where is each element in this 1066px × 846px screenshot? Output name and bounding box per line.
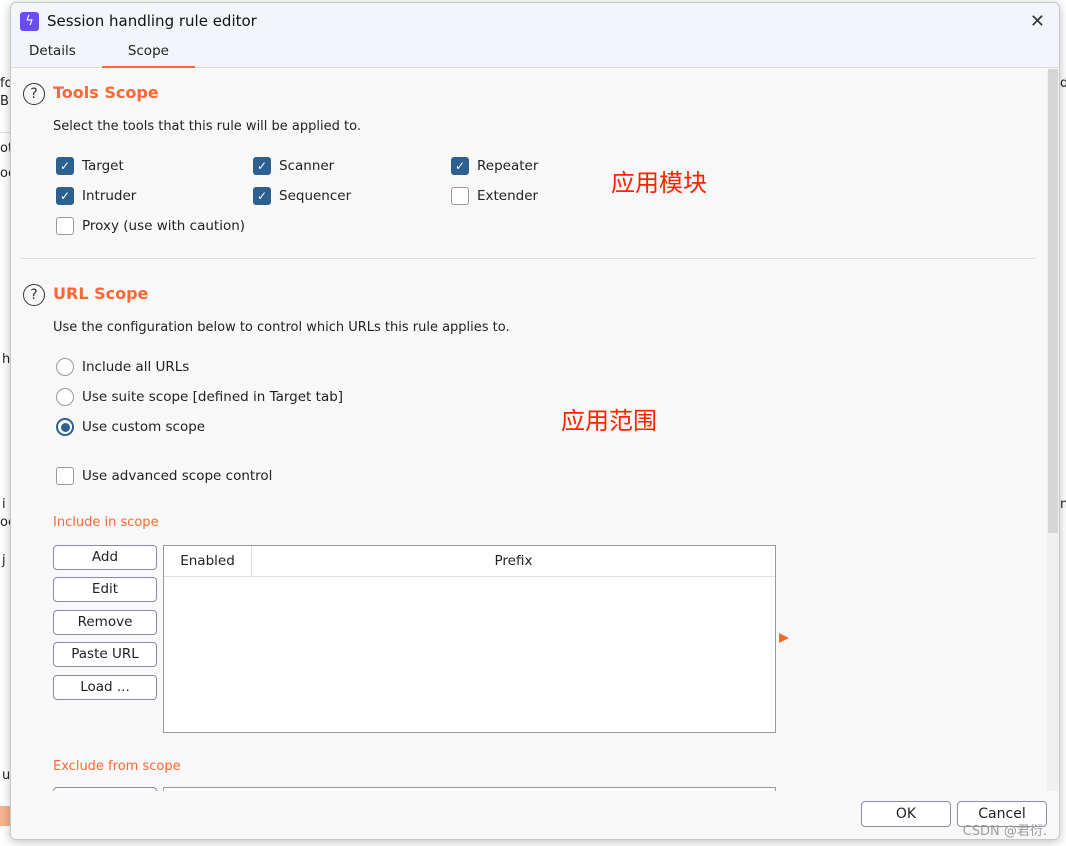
checkbox-unchecked-icon [56, 467, 74, 485]
bg-text: h [2, 352, 11, 367]
bg-text: u [2, 768, 11, 783]
checkbox-proxy[interactable]: Proxy (use with caution) [56, 217, 245, 235]
add-button[interactable]: Add [53, 545, 157, 570]
section-divider [21, 258, 1035, 259]
bg-text: n [1060, 497, 1066, 512]
tools-scope-description: Select the tools that this rule will be … [53, 119, 361, 134]
column-enabled[interactable]: Enabled [164, 546, 252, 576]
include-scope-table[interactable]: Enabled Prefix [163, 545, 776, 733]
close-icon[interactable]: ✕ [1030, 11, 1045, 32]
help-icon[interactable]: ? [23, 83, 45, 105]
expand-arrow-icon[interactable] [779, 633, 789, 643]
include-in-scope-label: Include in scope [53, 515, 159, 530]
bg-text: d [1060, 76, 1066, 91]
checkbox-checked-icon: ✓ [56, 157, 74, 175]
scrollbar-thumb[interactable] [1048, 69, 1058, 533]
remove-button[interactable]: Remove [53, 610, 157, 635]
radio-icon [56, 358, 74, 376]
watermark: CSDN @君衍. [962, 824, 1047, 839]
tab-scope[interactable]: Scope [101, 39, 195, 68]
radio-icon [56, 388, 74, 406]
url-scope-description: Use the configuration below to control w… [53, 320, 510, 335]
radio-include-all-urls[interactable]: Include all URLs [56, 358, 189, 376]
checkbox-label: Scanner [279, 158, 335, 174]
help-icon[interactable]: ? [23, 284, 45, 306]
vertical-scrollbar[interactable] [1047, 69, 1059, 791]
annotation-modules: 应用模块 [611, 169, 707, 197]
checkbox-label: Intruder [82, 188, 137, 204]
radio-use-custom-scope[interactable]: Use custom scope [56, 418, 205, 436]
burp-lightning-icon: ϟ [20, 11, 39, 31]
tools-scope-title: Tools Scope [53, 83, 159, 102]
checkbox-unchecked-icon [56, 217, 74, 235]
load-button[interactable]: Load ... [53, 675, 157, 700]
scope-panel: ? Tools Scope Select the tools that this… [11, 69, 1047, 791]
url-scope-title: URL Scope [53, 284, 149, 303]
ok-button[interactable]: OK [861, 801, 951, 827]
checkbox-label: Proxy (use with caution) [82, 218, 246, 234]
checkbox-advanced-scope[interactable]: Use advanced scope control [56, 467, 272, 485]
column-prefix[interactable]: Prefix [252, 546, 775, 576]
checkbox-sequencer[interactable]: ✓ Sequencer [253, 187, 351, 205]
checkbox-checked-icon: ✓ [253, 157, 271, 175]
checkbox-label: Sequencer [279, 188, 352, 204]
edit-button[interactable]: Edit [53, 577, 157, 602]
radio-label: Use suite scope [defined in Target tab] [82, 389, 344, 405]
radio-use-suite-scope[interactable]: Use suite scope [defined in Target tab] [56, 388, 343, 406]
checkbox-checked-icon: ✓ [253, 187, 271, 205]
checkbox-intruder[interactable]: ✓ Intruder [56, 187, 136, 205]
table-header: Enabled Prefix [164, 546, 775, 577]
checkbox-unchecked-icon [451, 187, 469, 205]
checkbox-label: Target [82, 158, 124, 174]
checkbox-extender[interactable]: Extender [451, 187, 538, 205]
checkbox-label: Extender [477, 188, 539, 204]
checkbox-checked-icon: ✓ [451, 157, 469, 175]
paste-url-button[interactable]: Paste URL [53, 642, 157, 667]
annotation-scope: 应用范围 [561, 407, 657, 435]
radio-label: Use custom scope [82, 419, 206, 435]
session-handling-rule-editor-dialog: ϟ Session handling rule editor ✕ Details… [10, 2, 1060, 840]
window-title: Session handling rule editor [47, 12, 257, 30]
checkbox-checked-icon: ✓ [56, 187, 74, 205]
radio-label: Include all URLs [82, 359, 190, 375]
tab-details[interactable]: Details [11, 39, 94, 68]
bg-text: i [2, 497, 6, 512]
checkbox-label: Repeater [477, 158, 539, 174]
checkbox-repeater[interactable]: ✓ Repeater [451, 157, 538, 175]
bg-text: j [2, 553, 6, 568]
dialog-footer: OK Cancel CSDN @君衍. [11, 791, 1059, 839]
tab-bar: Details Scope [11, 39, 1059, 68]
checkbox-label: Use advanced scope control [82, 468, 273, 484]
title-bar: ϟ Session handling rule editor ✕ [11, 3, 1059, 39]
checkbox-target[interactable]: ✓ Target [56, 157, 124, 175]
radio-selected-icon [56, 418, 74, 436]
exclude-from-scope-label: Exclude from scope [53, 759, 181, 774]
checkbox-scanner[interactable]: ✓ Scanner [253, 157, 334, 175]
